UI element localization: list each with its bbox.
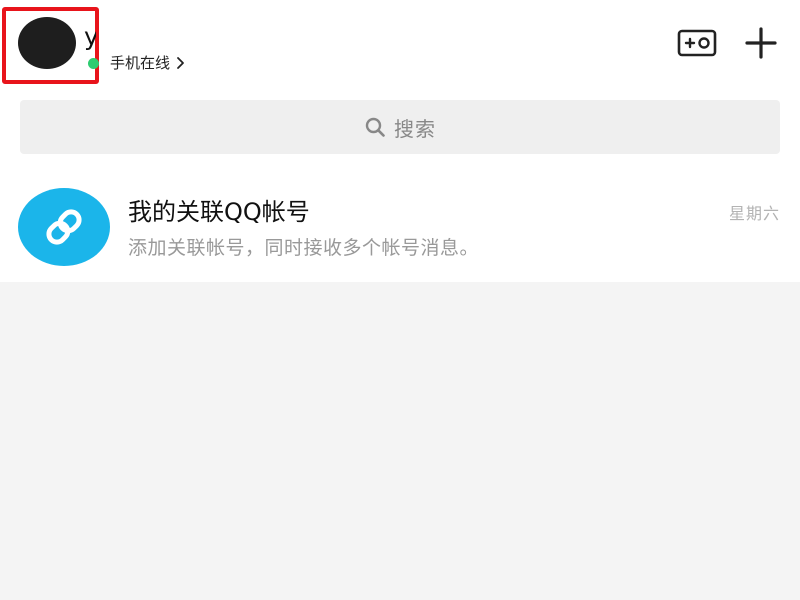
list-item-subtitle: 添加关联帐号，同时接收多个帐号消息。 [128,237,480,259]
chevron-right-icon [177,57,184,69]
plus-icon[interactable] [742,26,780,60]
game-controller-icon[interactable] [676,26,718,60]
online-status[interactable]: 手机在线 [88,52,185,74]
search-placeholder: 搜索 [394,116,436,141]
online-status-dot [88,57,99,69]
link-avatar [18,188,110,266]
list-item-title: 我的关联QQ帐号 [128,198,310,226]
search-icon [365,117,385,137]
list-item-linked-qq-account[interactable]: 我的关联QQ帐号 添加关联帐号，同时接收多个帐号消息。 星期六 [0,182,800,274]
avatar[interactable] [18,17,76,69]
top-panel: y 手机在线 搜索 我的关联QQ帐号 添加关联帐号，同时接收多个帐号消息。 星期… [0,0,800,282]
link-icon [46,209,82,245]
username[interactable]: y [84,22,96,56]
header: y 手机在线 [0,0,800,92]
online-status-label: 手机在线 [110,54,171,72]
search-bar[interactable]: 搜索 [20,100,780,154]
list-item-time: 星期六 [728,204,780,223]
